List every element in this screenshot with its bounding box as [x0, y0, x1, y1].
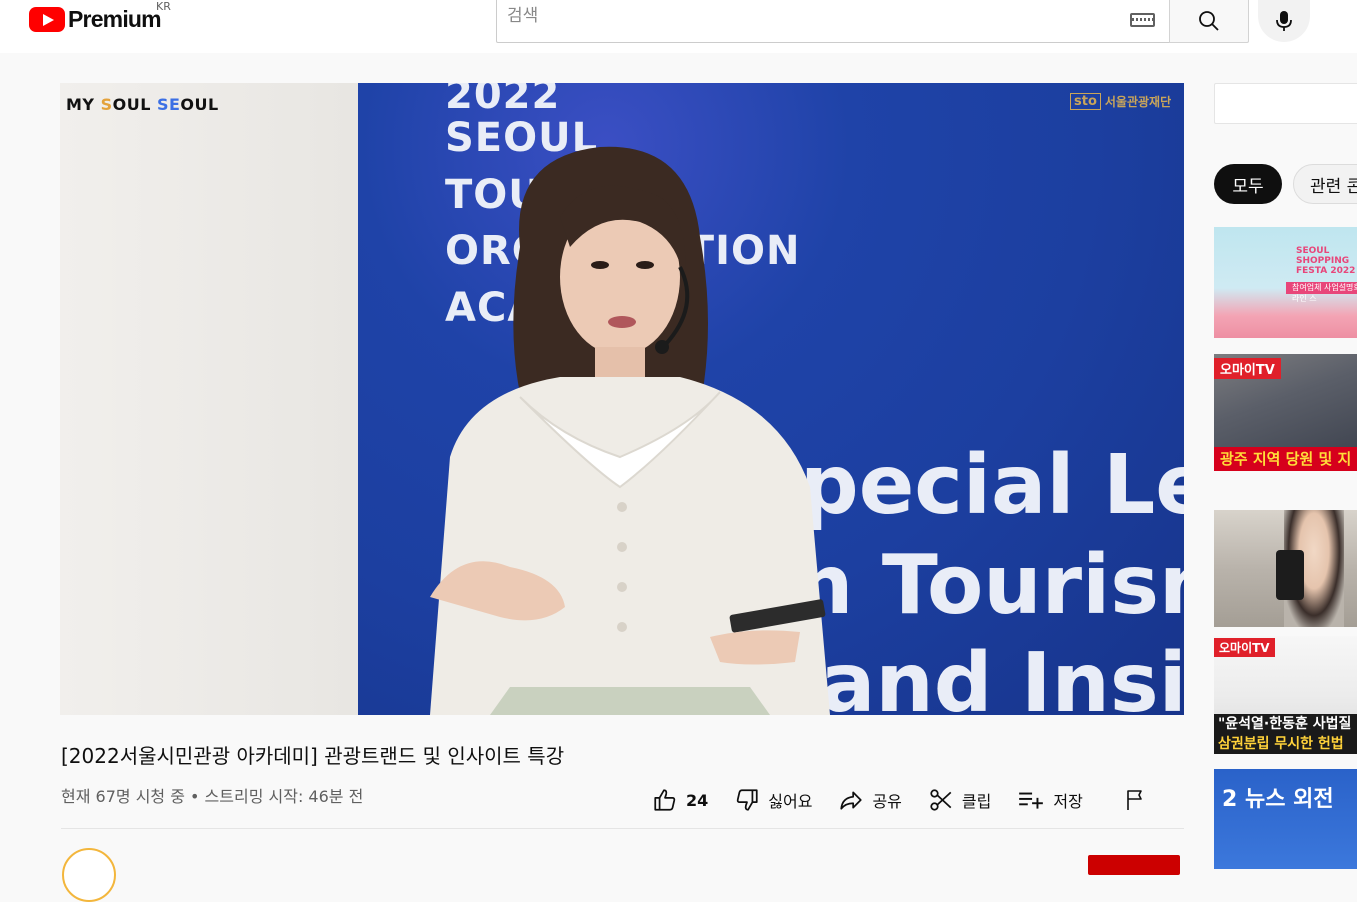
share-button[interactable]: 공유: [838, 787, 902, 813]
channel-badge: 오마이TV: [1214, 638, 1275, 657]
recommended-thumbnail[interactable]: 오마이TV "윤석열·한동훈 사법질 삼권분립 무시한 헌법: [1214, 636, 1357, 754]
clip-button[interactable]: 클립: [928, 787, 991, 813]
search-box: [496, 0, 1170, 43]
chat-panel-header: [1214, 83, 1357, 124]
like-count: 24: [686, 790, 709, 810]
video-actions: 24 싫어요 공유 클립 저장: [652, 786, 1147, 814]
video-meta: 현재 67명 시청 중 • 스트리밍 시작: 46분 전: [61, 787, 364, 806]
thumbs-down-icon: [737, 789, 758, 811]
video-title: [2022서울시민관광 아카데미] 관광트랜드 및 인사이트 특강: [61, 744, 565, 768]
channel-badge: 오마이TV: [1214, 358, 1281, 379]
scissors-icon: [930, 789, 952, 811]
keyboard-icon[interactable]: [1130, 13, 1155, 27]
thumbs-up-icon: [654, 789, 676, 811]
thumbnail-caption: 광주 지역 당원 및 지: [1214, 447, 1357, 471]
subscribe-button[interactable]: [1088, 855, 1180, 875]
thumbnail-title-text: SEOUL SHOPPING FESTA 2022: [1296, 246, 1356, 276]
video-background-wall: [60, 83, 358, 715]
clip-label: 클립: [961, 792, 992, 811]
recommended-thumbnail[interactable]: 2 뉴스 외전: [1214, 769, 1357, 869]
search-input[interactable]: [497, 0, 1097, 32]
youtube-premium-logo[interactable]: Premium: [29, 6, 162, 33]
like-button[interactable]: 24: [652, 787, 708, 813]
thumbnail-band-text: 참여업체 사업설명회 온라인 스: [1286, 282, 1357, 303]
youtube-play-icon: [29, 7, 65, 32]
recommended-thumbnail[interactable]: [1214, 510, 1357, 627]
voice-search-button[interactable]: [1258, 0, 1310, 42]
slide-big-text-2: n Tourism: [795, 538, 1184, 633]
country-code: KR: [156, 0, 171, 13]
chip-related[interactable]: 관련 콘: [1293, 164, 1357, 204]
report-button[interactable]: [1123, 787, 1147, 813]
slide-big-text-1: pecial Lec: [800, 438, 1184, 533]
save-button[interactable]: 저장: [1017, 787, 1083, 813]
thumbnail-caption: 삼권분립 무시한 헌법: [1214, 734, 1357, 754]
dislike-label: 싫어요: [768, 792, 813, 811]
logo-text: Premium: [68, 6, 162, 32]
search-icon: [1199, 11, 1219, 31]
video-player[interactable]: MY SOUL SEOUL sto 서울관광재단 2022 SEOUL TOUR…: [60, 83, 1184, 715]
share-icon: [840, 791, 863, 810]
slide-big-text-3: and Insight: [820, 636, 1184, 716]
chip-all[interactable]: 모두: [1214, 164, 1282, 204]
presenter-figure: [430, 146, 830, 715]
channel-avatar[interactable]: [62, 848, 116, 902]
thumbnail-logo-text: 2 뉴스 외전: [1222, 787, 1334, 812]
share-label: 공유: [872, 792, 902, 811]
masthead: Premium KR: [0, 0, 1357, 53]
recommended-thumbnail[interactable]: 오마이TV 광주 지역 당원 및 지: [1214, 354, 1357, 471]
flag-icon: [1126, 790, 1142, 810]
thumbnail-phone: [1276, 550, 1304, 600]
slide-year: 2022: [445, 83, 561, 118]
my-soul-seoul-logo: MY SOUL SEOUL: [66, 95, 219, 114]
recommended-thumbnail[interactable]: SEOUL SHOPPING FESTA 2022 참여업체 사업설명회 온라인…: [1214, 227, 1357, 338]
seoul-tourism-org-logo: sto 서울관광재단: [1070, 93, 1171, 110]
search-button[interactable]: [1169, 0, 1249, 43]
playlist-add-icon: [1019, 792, 1044, 809]
microphone-icon: [1276, 11, 1292, 31]
dislike-button[interactable]: 싫어요: [734, 787, 812, 813]
content-divider: [61, 828, 1184, 829]
save-label: 저장: [1053, 792, 1083, 811]
thumbnail-caption: "윤석열·한동훈 사법질: [1214, 714, 1357, 734]
